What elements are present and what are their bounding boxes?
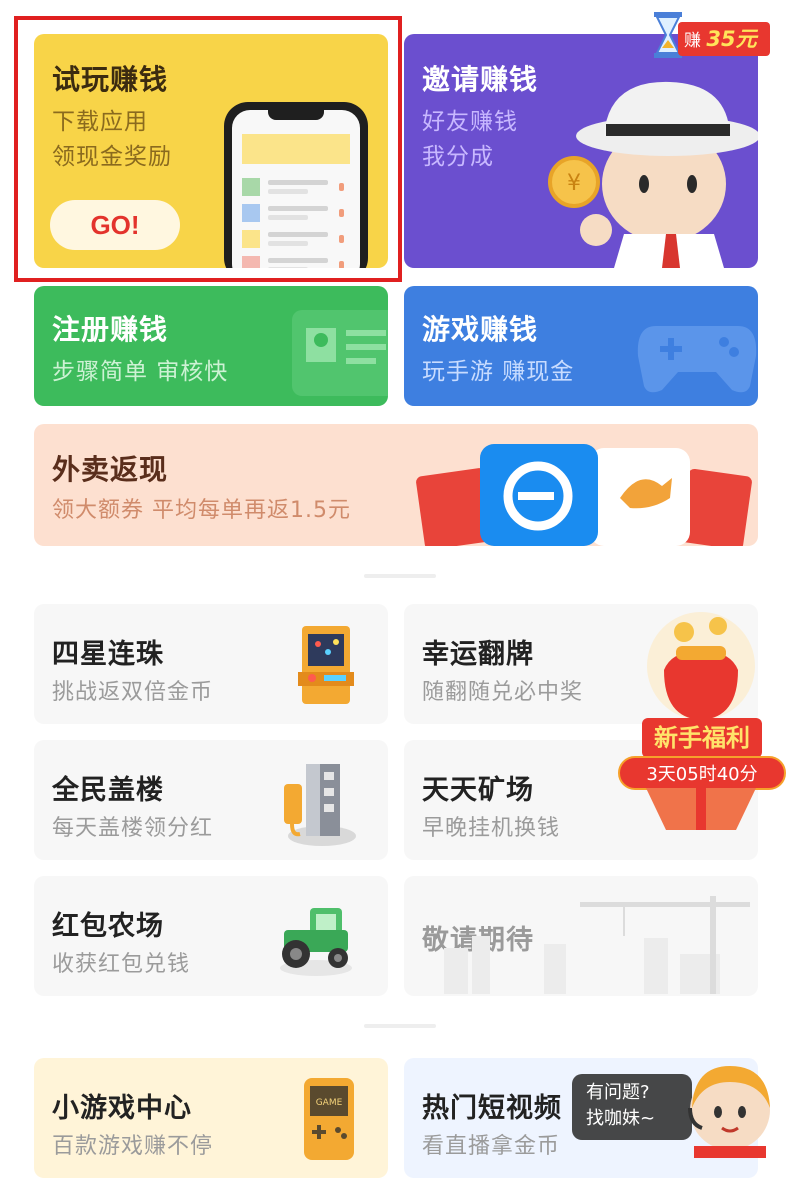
card-subtitle: 下载应用 xyxy=(52,109,148,135)
gift-base-icon xyxy=(646,788,756,830)
tile-four-stars[interactable]: 四星连珠 挑战返双倍金币 xyxy=(34,604,388,724)
card-subtitle: 玩手游 赚现金 xyxy=(422,359,575,385)
section-divider xyxy=(364,574,436,578)
try-play-earn-card[interactable]: 试玩赚钱 下载应用 领现金奖励 GO! xyxy=(34,34,388,268)
card-subtitle: 领现金奖励 xyxy=(52,144,172,170)
card-title: 外卖返现 xyxy=(52,453,169,486)
help-line-2: 找咖妹~ xyxy=(586,1108,656,1129)
section-divider xyxy=(364,1024,436,1028)
tile-subtitle: 随翻随兑必中奖 xyxy=(422,680,584,705)
card-subtitle: 我分成 xyxy=(422,144,494,170)
tile-mini-game-center[interactable]: 小游戏中心 百款游戏赚不停 GAME xyxy=(34,1058,388,1178)
card-title: 邀请赚钱 xyxy=(422,63,539,96)
red-packet-bag-icon xyxy=(647,612,755,720)
construction-crane-skyline-icon xyxy=(444,896,750,994)
delivery-apps-icon xyxy=(416,444,752,546)
tile-build-tower[interactable]: 全民盖楼 每天盖楼领分红 xyxy=(34,740,388,860)
newbie-countdown: 3天05时40分 xyxy=(618,756,786,790)
arcade-machine-icon xyxy=(298,626,354,704)
card-title: 试玩赚钱 xyxy=(52,63,169,96)
tile-title: 红包农场 xyxy=(52,911,164,942)
phone-illustration xyxy=(224,102,368,268)
help-line-1: 有问题? xyxy=(586,1082,650,1103)
svg-text:GAME: GAME xyxy=(316,1098,343,1108)
tile-title: 热门短视频 xyxy=(422,1093,562,1124)
helper-avatar[interactable] xyxy=(680,1058,780,1158)
tile-title: 小游戏中心 xyxy=(52,1093,192,1124)
card-title: 游戏赚钱 xyxy=(422,313,539,346)
card-subtitle: 领大额券 平均每单再返1.5元 xyxy=(52,498,351,523)
tile-subtitle: 收获红包兑钱 xyxy=(52,952,191,977)
earn-prefix: 赚 xyxy=(684,31,701,51)
tile-title: 四星连珠 xyxy=(52,639,164,670)
tractor-icon xyxy=(280,908,352,976)
register-earn-card[interactable]: 注册赚钱 步骤简单 审核快 xyxy=(34,286,388,406)
newbie-title: 新手福利 xyxy=(642,718,762,758)
earn-amount-flag: 赚 35元 xyxy=(678,22,770,56)
tile-coming-soon: 敬请期待 xyxy=(404,876,758,996)
mascot-hat-illustration: ¥ xyxy=(548,81,758,268)
handheld-console-icon: GAME xyxy=(304,1078,354,1160)
tile-subtitle: 百款游戏赚不停 xyxy=(52,1134,214,1159)
card-subtitle: 步骤简单 审核快 xyxy=(52,359,229,385)
svg-text:¥: ¥ xyxy=(567,171,581,196)
earn-reward-badge[interactable]: 赚 35元 xyxy=(648,12,770,60)
game-earn-card[interactable]: 游戏赚钱 玩手游 赚现金 xyxy=(404,286,758,406)
tile-subtitle: 挑战返双倍金币 xyxy=(52,680,214,705)
newbie-welfare-popup[interactable]: 新手福利 3天05时40分 xyxy=(612,610,788,830)
go-button[interactable]: GO! xyxy=(50,200,180,250)
takeout-cashback-card[interactable]: 外卖返现 领大额券 平均每单再返1.5元 xyxy=(34,424,758,546)
invite-earn-card[interactable]: 邀请赚钱 好友赚钱 我分成 ¥ xyxy=(404,34,758,268)
id-card-icon xyxy=(292,310,388,396)
card-subtitle: 好友赚钱 xyxy=(422,109,518,135)
earn-amount: 35元 xyxy=(706,27,757,51)
card-title: 注册赚钱 xyxy=(52,313,169,346)
building-crane-icon xyxy=(284,764,356,846)
tile-redpacket-farm[interactable]: 红包农场 收获红包兑钱 xyxy=(34,876,388,996)
tile-subtitle: 早晚挂机换钱 xyxy=(422,816,561,841)
tile-title: 天天矿场 xyxy=(422,775,534,806)
tile-title: 全民盖楼 xyxy=(52,775,164,806)
tile-subtitle: 每天盖楼领分红 xyxy=(52,816,214,841)
tile-title: 幸运翻牌 xyxy=(422,639,534,670)
customer-help-bubble[interactable]: 有问题? 找咖妹~ xyxy=(572,1074,692,1140)
tile-subtitle: 看直播拿金币 xyxy=(422,1134,561,1159)
gamepad-icon xyxy=(637,326,757,393)
